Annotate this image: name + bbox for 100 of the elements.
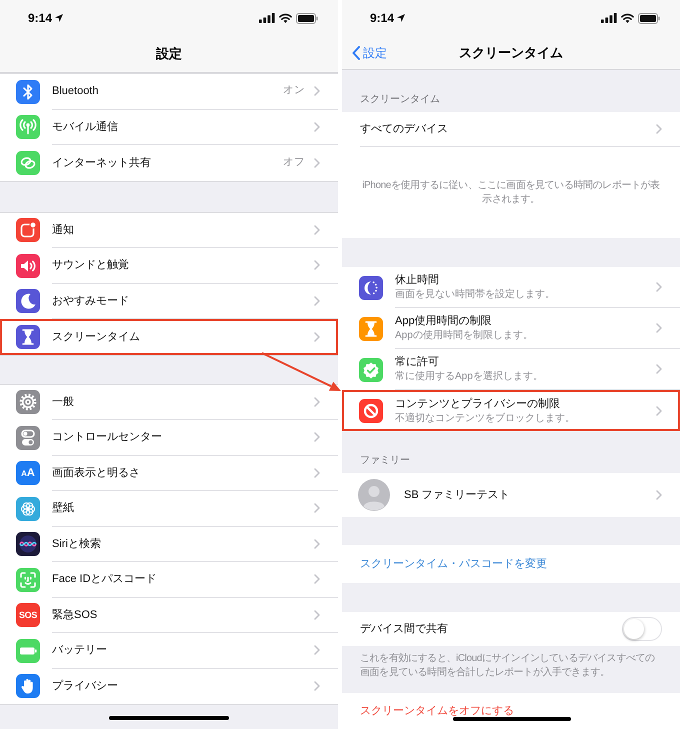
feature-row[interactable]: コンテンツとプライバシーの制限 不適切なコンテンツをブロックします。 bbox=[342, 390, 680, 431]
notification-icon bbox=[16, 218, 40, 242]
row-label: すべてのデバイス bbox=[360, 122, 449, 137]
row-title: 常に許可 bbox=[395, 355, 440, 369]
chevron-right-icon bbox=[314, 681, 320, 692]
settings-row[interactable]: Bluetooth オン bbox=[0, 74, 338, 110]
text-size-icon: AA bbox=[16, 461, 40, 486]
sos-icon: SOS bbox=[16, 603, 40, 628]
row-value: オフ bbox=[283, 154, 305, 170]
row-subtitle: 不適切なコンテンツをブロックします。 bbox=[395, 412, 576, 424]
link-icon bbox=[16, 150, 40, 175]
report-note: iPhoneを使用するに従い、ここに画面を見ている時間のレポートが表示されます。 bbox=[362, 178, 660, 206]
moon-clock-icon bbox=[359, 276, 383, 300]
row-subtitle: Appの使用時間を制限します。 bbox=[395, 329, 534, 342]
feature-row[interactable]: 休止時間 画面を見ない時間帯を設定します。 bbox=[342, 267, 680, 308]
settings-row[interactable]: Face IDとパスコード bbox=[0, 562, 338, 598]
chevron-right-icon bbox=[314, 396, 320, 407]
location-arrow-icon bbox=[55, 14, 64, 22]
settings-row[interactable]: バッテリー bbox=[0, 633, 338, 668]
toggles-icon bbox=[16, 426, 40, 450]
antenna-icon bbox=[16, 115, 40, 140]
row-label: 壁紙 bbox=[52, 500, 75, 516]
row-value: オン bbox=[283, 83, 305, 98]
settings-row[interactable]: おやすみモード bbox=[0, 284, 338, 319]
chevron-right-icon bbox=[314, 86, 320, 96]
row-subtitle: 画面を見ない時間帯を設定します。 bbox=[395, 288, 556, 301]
chevron-right-icon bbox=[314, 224, 320, 235]
settings-row[interactable]: スクリーンタイム bbox=[0, 319, 338, 354]
chevron-right-icon bbox=[314, 468, 320, 478]
feature-row[interactable]: 常に許可 常に使用するAppを選択します。 bbox=[342, 349, 680, 390]
screen-title: 設定 bbox=[156, 45, 182, 64]
settings-row[interactable]: コントロールセンター bbox=[0, 420, 338, 456]
row-label: 通知 bbox=[52, 222, 75, 238]
row-title: コンテンツとプライバシーの制限 bbox=[395, 396, 561, 410]
settings-row[interactable]: 通知 bbox=[0, 212, 338, 248]
row-label: 緊急SOS bbox=[52, 608, 98, 622]
hourglass-icon bbox=[359, 316, 383, 340]
row-label: サウンドと触覚 bbox=[52, 258, 130, 273]
list-row[interactable]: すべてのデバイス bbox=[342, 112, 680, 147]
settings-row[interactable]: モバイル通信 bbox=[0, 110, 338, 145]
settings-row[interactable]: AA 画面表示と明るさ bbox=[0, 456, 338, 491]
gear-icon bbox=[16, 390, 40, 414]
bluetooth-icon bbox=[16, 80, 40, 104]
change-passcode-button[interactable]: スクリーンタイム・パスコードを変更 bbox=[342, 545, 680, 583]
battery-icon bbox=[296, 12, 318, 24]
battery-icon bbox=[638, 12, 660, 24]
toggle-switch[interactable] bbox=[622, 617, 662, 641]
setting-label: デバイス間で共有 bbox=[360, 622, 448, 637]
chevron-right-icon bbox=[314, 645, 320, 656]
settings-row[interactable]: Siriと検索 bbox=[0, 526, 338, 562]
settings-row[interactable]: インターネット共有 オフ bbox=[0, 145, 338, 180]
signal-icon bbox=[259, 13, 275, 23]
section-header: ファミリー bbox=[360, 454, 410, 468]
row-label: 画面表示と明るさ bbox=[52, 466, 141, 480]
no-entry-icon bbox=[359, 398, 383, 422]
chevron-right-icon bbox=[314, 260, 320, 270]
status-time: 9:14 bbox=[28, 10, 52, 27]
row-label: プライバシー bbox=[52, 678, 119, 694]
signal-icon bbox=[601, 13, 617, 23]
hourglass-icon bbox=[16, 324, 40, 349]
member-name: SB ファミリーテスト bbox=[404, 488, 511, 503]
feature-row[interactable]: App使用時間の制限 Appの使用時間を制限します。 bbox=[342, 308, 680, 349]
settings-row[interactable]: 壁紙 bbox=[0, 491, 338, 526]
status-time: 9:14 bbox=[370, 10, 394, 27]
speaker-icon bbox=[16, 254, 40, 278]
row-label: おやすみモード bbox=[52, 294, 130, 308]
face-scan-icon bbox=[16, 568, 40, 592]
share-note: これを有効にすると、iCloudにサインインしているデバイスすべての画面を見ている時間を合計したレポートが入手できます。 bbox=[360, 652, 656, 680]
turn-off-link[interactable]: スクリーンタイムをオフにする bbox=[360, 705, 514, 718]
chevron-right-icon bbox=[314, 332, 320, 342]
chevron-right-icon bbox=[656, 124, 662, 134]
avatar-icon bbox=[358, 479, 390, 511]
chevron-right-icon bbox=[656, 282, 662, 292]
row-label: Siriと検索 bbox=[52, 536, 102, 552]
row-label: 一般 bbox=[52, 394, 75, 410]
moon-icon bbox=[16, 289, 40, 314]
chevron-right-icon bbox=[314, 158, 320, 168]
flower-icon bbox=[16, 496, 40, 521]
chevron-right-icon bbox=[656, 490, 662, 500]
row-label: モバイル通信 bbox=[52, 120, 119, 134]
row-subtitle: 常に使用するAppを選択します。 bbox=[395, 370, 544, 383]
chevron-right-icon bbox=[314, 610, 320, 620]
settings-row[interactable]: サウンドと触覚 bbox=[0, 248, 338, 284]
battery-icon bbox=[16, 638, 40, 663]
chevron-right-icon bbox=[656, 406, 662, 416]
row-label: スクリーンタイム bbox=[52, 330, 141, 344]
settings-row[interactable]: SOS 緊急SOS bbox=[0, 598, 338, 633]
chevron-right-icon bbox=[314, 122, 320, 132]
member-row[interactable]: SB ファミリーテスト bbox=[342, 473, 680, 517]
wifi-icon bbox=[621, 13, 634, 23]
row-label: Face IDとパスコード bbox=[52, 572, 158, 587]
settings-row[interactable]: 一般 bbox=[0, 384, 338, 420]
chevron-right-icon bbox=[656, 323, 662, 333]
hand-icon bbox=[16, 674, 40, 698]
chevron-left-icon bbox=[352, 46, 360, 60]
chevron-right-icon bbox=[314, 432, 320, 442]
settings-row[interactable]: プライバシー bbox=[0, 668, 338, 704]
back-button[interactable]: 設定 bbox=[342, 44, 387, 62]
chevron-right-icon bbox=[656, 364, 662, 374]
row-label: コントロールセンター bbox=[52, 430, 163, 445]
